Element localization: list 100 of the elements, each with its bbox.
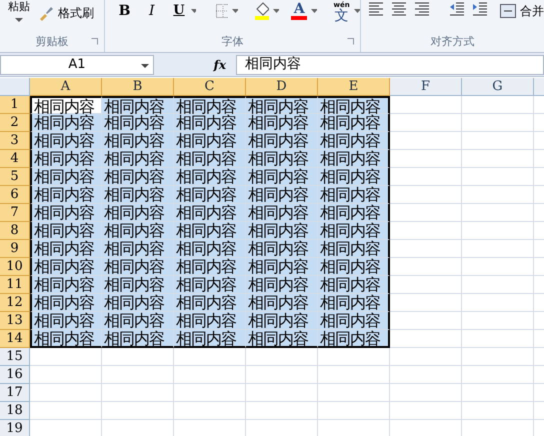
table-cell[interactable]: 相同内容 [246, 168, 318, 186]
table-cell[interactable] [390, 222, 462, 240]
table-cell[interactable]: 相同内容 [174, 222, 246, 240]
table-cell[interactable] [390, 168, 462, 186]
column-header[interactable]: D [246, 78, 318, 96]
table-cell[interactable]: 相同内容 [30, 204, 102, 222]
table-cell[interactable] [30, 402, 102, 420]
table-cell[interactable]: 相同内容 [102, 132, 174, 150]
table-cell[interactable]: 相同内容 [246, 96, 318, 114]
dropdown-arrow-icon[interactable] [273, 9, 280, 13]
table-cell[interactable]: 相同内容 [246, 150, 318, 168]
table-cell[interactable] [462, 186, 534, 204]
column-header[interactable]: G [462, 78, 534, 96]
decrease-indent-icon[interactable] [450, 2, 464, 16]
table-cell[interactable] [462, 258, 534, 276]
border-icon[interactable] [216, 4, 228, 18]
table-cell[interactable]: 相同内容 [318, 204, 390, 222]
table-cell[interactable]: 相同内容 [318, 114, 390, 132]
table-cell[interactable]: 相同内容 [174, 150, 246, 168]
table-cell[interactable] [390, 186, 462, 204]
table-cell[interactable]: 相同内容 [246, 276, 318, 294]
table-cell[interactable]: 相同内容 [318, 96, 390, 114]
table-cell[interactable]: 相同内容 [318, 330, 390, 348]
table-cell[interactable] [390, 258, 462, 276]
table-cell[interactable] [390, 204, 462, 222]
table-cell[interactable]: 相同内容 [246, 312, 318, 330]
row-header[interactable]: 13 [0, 312, 30, 330]
table-cell[interactable]: 相同内容 [30, 168, 102, 186]
table-cell[interactable]: 相同内容 [246, 240, 318, 258]
column-header[interactable]: C [174, 78, 246, 96]
dropdown-arrow-icon[interactable] [311, 9, 318, 13]
table-cell[interactable] [30, 348, 102, 366]
table-cell[interactable]: 相同内容 [102, 204, 174, 222]
table-cell[interactable]: 相同内容 [102, 330, 174, 348]
row-header[interactable]: 15 [0, 348, 30, 366]
table-cell[interactable] [462, 348, 534, 366]
table-cell[interactable] [174, 348, 246, 366]
table-cell[interactable] [246, 402, 318, 420]
fill-bucket-icon[interactable] [254, 2, 270, 20]
table-cell[interactable] [174, 402, 246, 420]
table-cell[interactable]: 相同内容 [246, 330, 318, 348]
table-cell[interactable] [390, 276, 462, 294]
font-color-button[interactable]: A [291, 2, 308, 20]
table-cell[interactable]: 相同内容 [318, 222, 390, 240]
row-header[interactable]: 3 [0, 132, 30, 150]
row-header[interactable]: 11 [0, 276, 30, 294]
table-cell[interactable]: 相同内容 [174, 114, 246, 132]
table-cell[interactable] [102, 384, 174, 402]
table-cell[interactable]: 相同内容 [30, 330, 102, 348]
row-header[interactable]: 6 [0, 186, 30, 204]
table-cell[interactable]: 相同内容 [102, 168, 174, 186]
table-cell[interactable] [390, 330, 462, 348]
row-header[interactable]: 17 [0, 384, 30, 402]
row-header[interactable]: 2 [0, 114, 30, 132]
table-cell[interactable] [462, 150, 534, 168]
table-cell[interactable] [462, 312, 534, 330]
table-cell[interactable] [102, 402, 174, 420]
table-cell[interactable]: 相同内容 [30, 276, 102, 294]
table-cell[interactable]: 相同内容 [246, 186, 318, 204]
table-cell[interactable]: 相同内容 [318, 276, 390, 294]
table-cell[interactable]: 相同内容 [318, 312, 390, 330]
table-cell[interactable]: 相同内容 [174, 204, 246, 222]
table-cell[interactable]: 相同内容 [30, 150, 102, 168]
table-cell[interactable]: 相同内容 [318, 240, 390, 258]
formula-field[interactable]: 相同内容 [236, 54, 544, 74]
table-cell[interactable]: 相同内容 [246, 114, 318, 132]
name-box[interactable]: A1 [0, 54, 154, 74]
table-cell[interactable]: 相同内容 [30, 312, 102, 330]
table-cell[interactable]: 相同内容 [246, 204, 318, 222]
dialog-launcher-icon[interactable] [347, 38, 354, 45]
dropdown-arrow-icon[interactable] [354, 9, 360, 13]
table-cell[interactable]: 相同内容 [30, 96, 102, 114]
dialog-launcher-icon[interactable] [91, 38, 98, 45]
row-header[interactable]: 5 [0, 168, 30, 186]
paste-button[interactable]: 粘贴 [0, 0, 38, 23]
table-cell[interactable] [390, 294, 462, 312]
dropdown-arrow-icon[interactable] [232, 9, 238, 13]
table-cell[interactable] [390, 402, 462, 420]
table-cell[interactable]: 相同内容 [102, 240, 174, 258]
align-right-icon[interactable] [415, 2, 429, 16]
table-cell[interactable]: 相同内容 [318, 294, 390, 312]
table-cell[interactable] [462, 222, 534, 240]
table-cell[interactable]: 相同内容 [102, 276, 174, 294]
table-cell[interactable]: 相同内容 [318, 150, 390, 168]
table-cell[interactable]: 相同内容 [174, 312, 246, 330]
table-cell[interactable] [462, 276, 534, 294]
table-cell[interactable]: 相同内容 [102, 96, 174, 114]
table-cell[interactable]: 相同内容 [30, 186, 102, 204]
dropdown-arrow-icon[interactable] [15, 18, 23, 23]
row-header[interactable]: 4 [0, 150, 30, 168]
table-cell[interactable] [462, 168, 534, 186]
table-cell[interactable] [462, 132, 534, 150]
table-cell[interactable] [30, 366, 102, 384]
table-cell[interactable]: 相同内容 [102, 150, 174, 168]
table-cell[interactable] [174, 384, 246, 402]
table-cell[interactable] [246, 366, 318, 384]
increase-indent-icon[interactable] [473, 2, 487, 16]
table-cell[interactable] [390, 366, 462, 384]
row-header[interactable]: 7 [0, 204, 30, 222]
table-cell[interactable] [462, 204, 534, 222]
